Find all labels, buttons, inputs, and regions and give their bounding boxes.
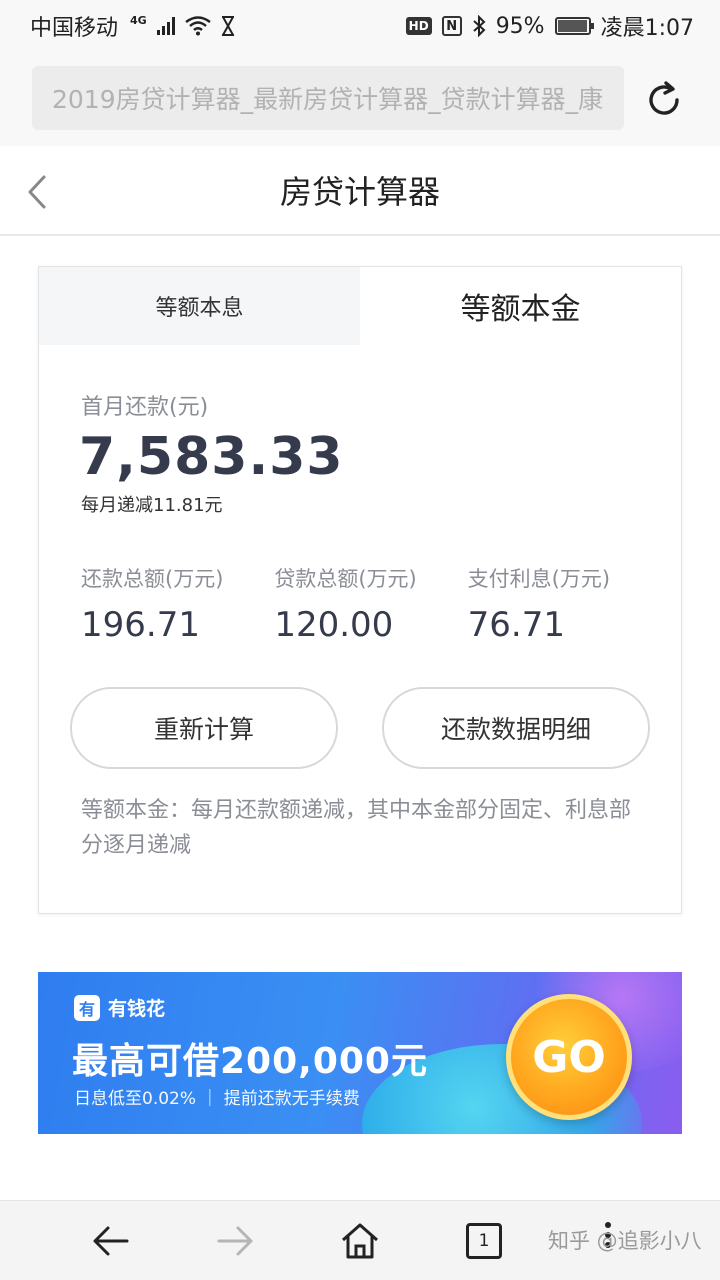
calculator-card: 等额本息 等额本金 首月还款(元) 7,583.33 每月递减11.81元 还款…: [38, 266, 682, 914]
first-month-label: 首月还款(元): [81, 395, 209, 420]
stat-value: 120.00: [274, 605, 394, 645]
bottom-nav: 1 知乎 @追影小八: [0, 1200, 720, 1280]
back-chevron-icon[interactable]: [26, 174, 48, 210]
repayment-detail-button[interactable]: 还款数据明细: [382, 687, 650, 769]
ad-brand-name: 有钱花: [108, 998, 166, 1020]
hourglass-icon: [221, 16, 234, 36]
tabs-count-icon[interactable]: 1: [466, 1223, 502, 1259]
carrier-name: 中国移动: [30, 16, 119, 41]
method-description: 等额本金：每月还款额递减，其中本金部分固定、利息部分逐月递减: [81, 798, 632, 858]
nav-forward-icon[interactable]: [215, 1221, 255, 1261]
page-header: 房贷计算器: [0, 146, 720, 236]
status-left: 中国移动 4G: [30, 10, 235, 42]
stat-label: 还款总额(万元): [81, 567, 224, 591]
ad-subtitle: 日息低至0.02% ｜ 提前还款无手续费: [74, 1089, 360, 1109]
nfc-icon: N: [441, 16, 462, 36]
reload-icon[interactable]: [644, 80, 684, 120]
ad-banner[interactable]: 有 有钱花 最高可借200,000元 日息低至0.02% ｜ 提前还款无手续费 …: [38, 972, 682, 1134]
method-tabs: 等额本息 等额本金: [39, 267, 681, 345]
recalculate-button[interactable]: 重新计算: [70, 687, 338, 769]
clock: 凌晨1:07: [600, 16, 694, 41]
stat-total-repayment: 还款总额(万元) 196.71: [81, 563, 274, 645]
stat-value: 196.71: [81, 605, 200, 645]
first-month-value: 7,583.33: [79, 427, 344, 487]
page-title: 房贷计算器: [279, 173, 440, 211]
network-type: 4G: [128, 14, 147, 39]
network-label: 4G: [130, 14, 147, 28]
battery-icon: [554, 17, 594, 35]
bluetooth-icon: [473, 15, 486, 37]
status-bar: 中国移动 4G HD N 95% 凌晨1:07: [0, 0, 720, 52]
monthly-decrease: 每月递减11.81元: [81, 495, 223, 516]
summary-stats: 还款总额(万元) 196.71 贷款总额(万元) 120.00 支付利息(万元)…: [81, 563, 661, 645]
ad-brand: 有 有钱花: [74, 994, 165, 1021]
tab-equal-principal[interactable]: 等额本金: [360, 267, 681, 345]
ad-headline: 最高可借200,000元: [72, 1041, 428, 1082]
nav-back-icon[interactable]: [91, 1221, 131, 1261]
battery-percent: 95%: [495, 13, 545, 39]
url-title: 2019房贷计算器_最新房贷计算器_贷款计算器_康: [52, 85, 604, 114]
brand-logo-icon: 有: [74, 994, 100, 1021]
stat-total-interest: 支付利息(万元) 76.71: [468, 563, 661, 645]
stat-value: 76.71: [467, 605, 565, 645]
watermark: 知乎 @追影小八: [548, 1229, 702, 1253]
go-button[interactable]: GO: [506, 994, 632, 1120]
hd-badge: HD: [405, 17, 432, 35]
browser-toolbar: 2019房贷计算器_最新房贷计算器_贷款计算器_康: [0, 52, 720, 146]
stat-label: 支付利息(万元): [467, 567, 611, 591]
signal-icon: [156, 17, 175, 35]
wifi-icon: [184, 16, 211, 36]
url-bar[interactable]: 2019房贷计算器_最新房贷计算器_贷款计算器_康: [32, 66, 624, 130]
tab-equal-installment[interactable]: 等额本息: [39, 267, 360, 345]
status-right: HD N 95% 凌晨1:07: [405, 10, 694, 42]
stat-total-loan: 贷款总额(万元) 120.00: [274, 563, 467, 645]
stat-label: 贷款总额(万元): [274, 567, 417, 591]
home-icon[interactable]: [340, 1221, 380, 1261]
